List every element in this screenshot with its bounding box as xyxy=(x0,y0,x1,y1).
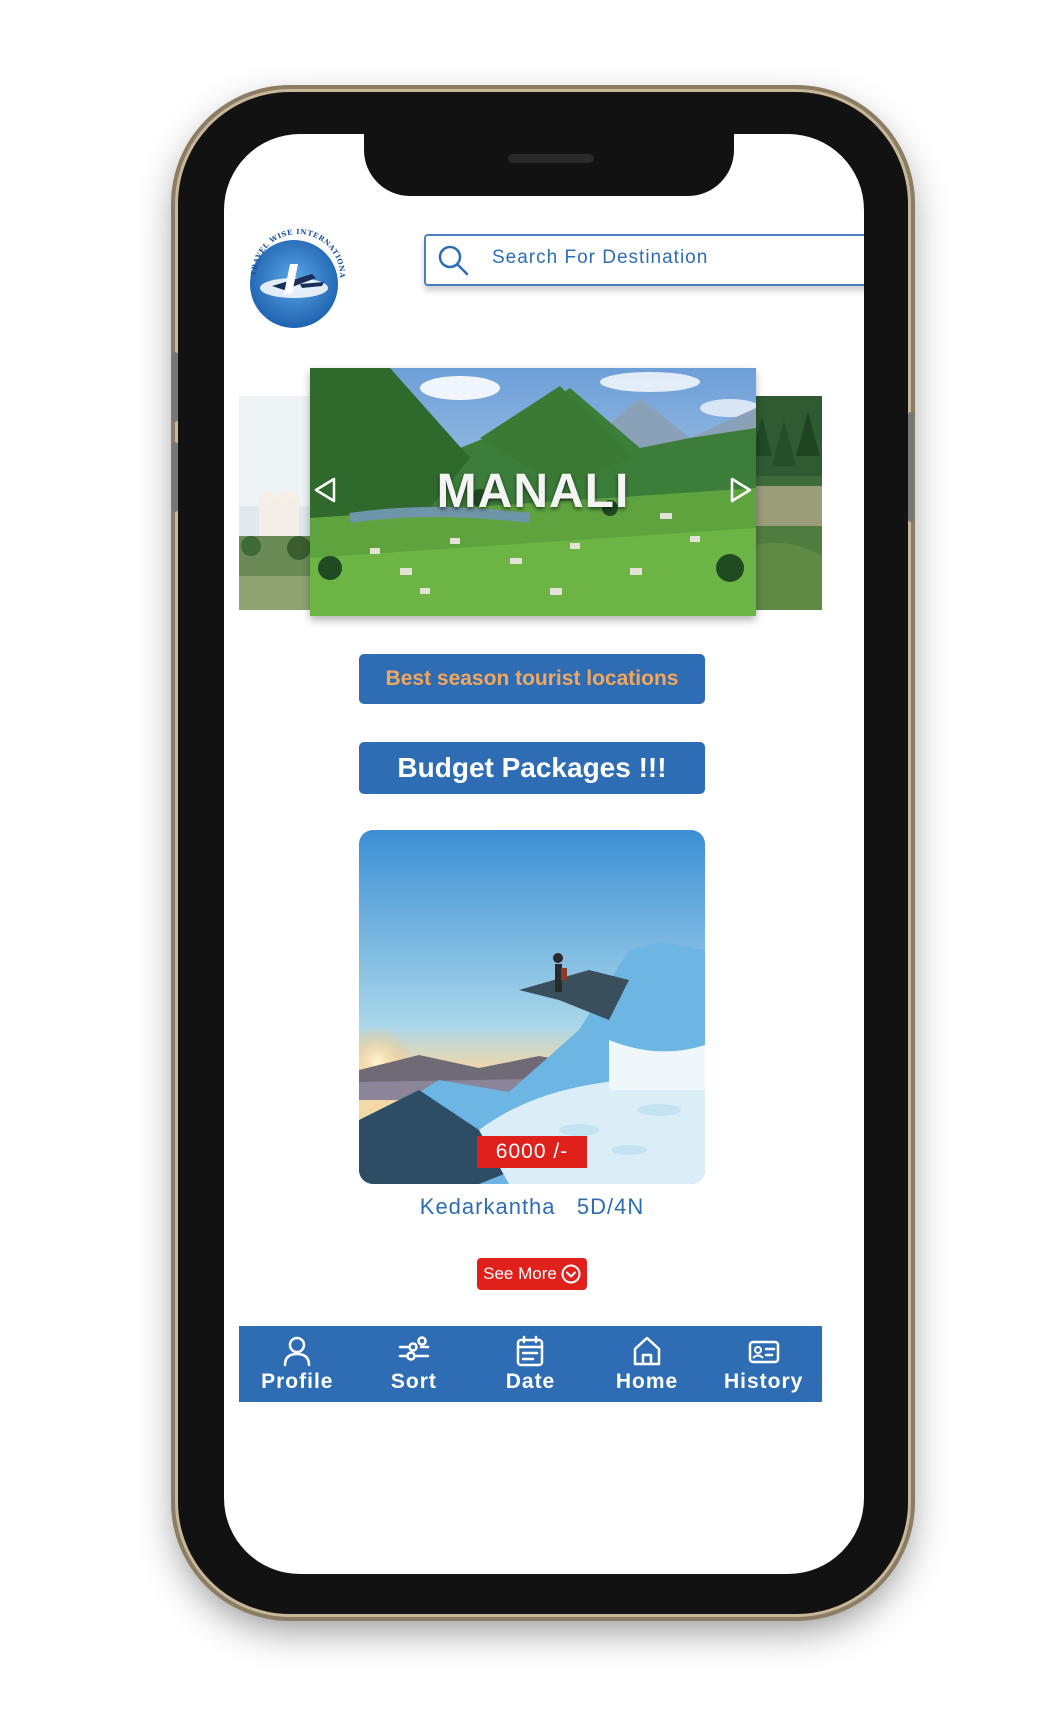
search-bar[interactable] xyxy=(424,234,864,286)
budget-packages-button[interactable]: Budget Packages !!! xyxy=(359,742,705,794)
nav-label: Sort xyxy=(390,1370,437,1393)
package-title[interactable]: Kedarkantha 5D/4N xyxy=(359,1194,705,1220)
carousel-next-image[interactable] xyxy=(752,396,822,610)
see-more-label: See More xyxy=(483,1264,557,1283)
bottom-nav: Profile Sort Date Home History xyxy=(239,1326,822,1402)
see-more-button[interactable]: See More xyxy=(477,1258,587,1290)
nav-item-date[interactable]: Date xyxy=(472,1326,589,1402)
carousel-main-image[interactable]: MANALI xyxy=(310,368,756,616)
best-season-button[interactable]: Best season tourist locations xyxy=(359,654,705,704)
sort-icon xyxy=(398,1336,430,1361)
package-name: Kedarkantha xyxy=(419,1194,556,1219)
nav-label: Home xyxy=(615,1370,679,1393)
carousel-prev-image[interactable] xyxy=(239,396,311,610)
notch xyxy=(364,134,734,196)
nav-label: History xyxy=(723,1370,804,1393)
user-icon xyxy=(284,1336,311,1367)
search-icon[interactable] xyxy=(436,243,470,277)
home-icon xyxy=(633,1336,661,1366)
volume-button xyxy=(172,442,178,512)
price-badge: 6000 /- xyxy=(477,1136,587,1168)
chevron-right-icon[interactable] xyxy=(728,476,754,504)
brand-logo[interactable]: TRAVEL WISE INTERNATIONAL xyxy=(239,217,354,332)
package-card[interactable]: 6000 /- xyxy=(359,830,705,1184)
speaker xyxy=(508,154,594,163)
power-button xyxy=(908,412,914,522)
chevron-down-circle-icon xyxy=(561,1264,581,1284)
chevron-left-icon[interactable] xyxy=(312,476,338,504)
volume-button xyxy=(172,352,178,422)
phone-frame: TRAVEL WISE INTERNATIONAL xyxy=(172,92,914,1614)
app-screen: TRAVEL WISE INTERNATIONAL xyxy=(224,134,864,1574)
nav-item-profile[interactable]: Profile xyxy=(239,1326,356,1402)
calendar-icon xyxy=(517,1335,544,1367)
nav-item-sort[interactable]: Sort xyxy=(356,1326,473,1402)
nav-item-history[interactable]: History xyxy=(705,1326,822,1402)
package-duration: 5D/4N xyxy=(576,1194,645,1219)
id-card-icon xyxy=(748,1340,779,1364)
search-input[interactable] xyxy=(492,243,852,273)
nav-item-home[interactable]: Home xyxy=(589,1326,706,1402)
nav-label: Profile xyxy=(261,1370,334,1393)
nav-label: Date xyxy=(505,1370,556,1393)
carousel-title: MANALI xyxy=(436,465,630,518)
